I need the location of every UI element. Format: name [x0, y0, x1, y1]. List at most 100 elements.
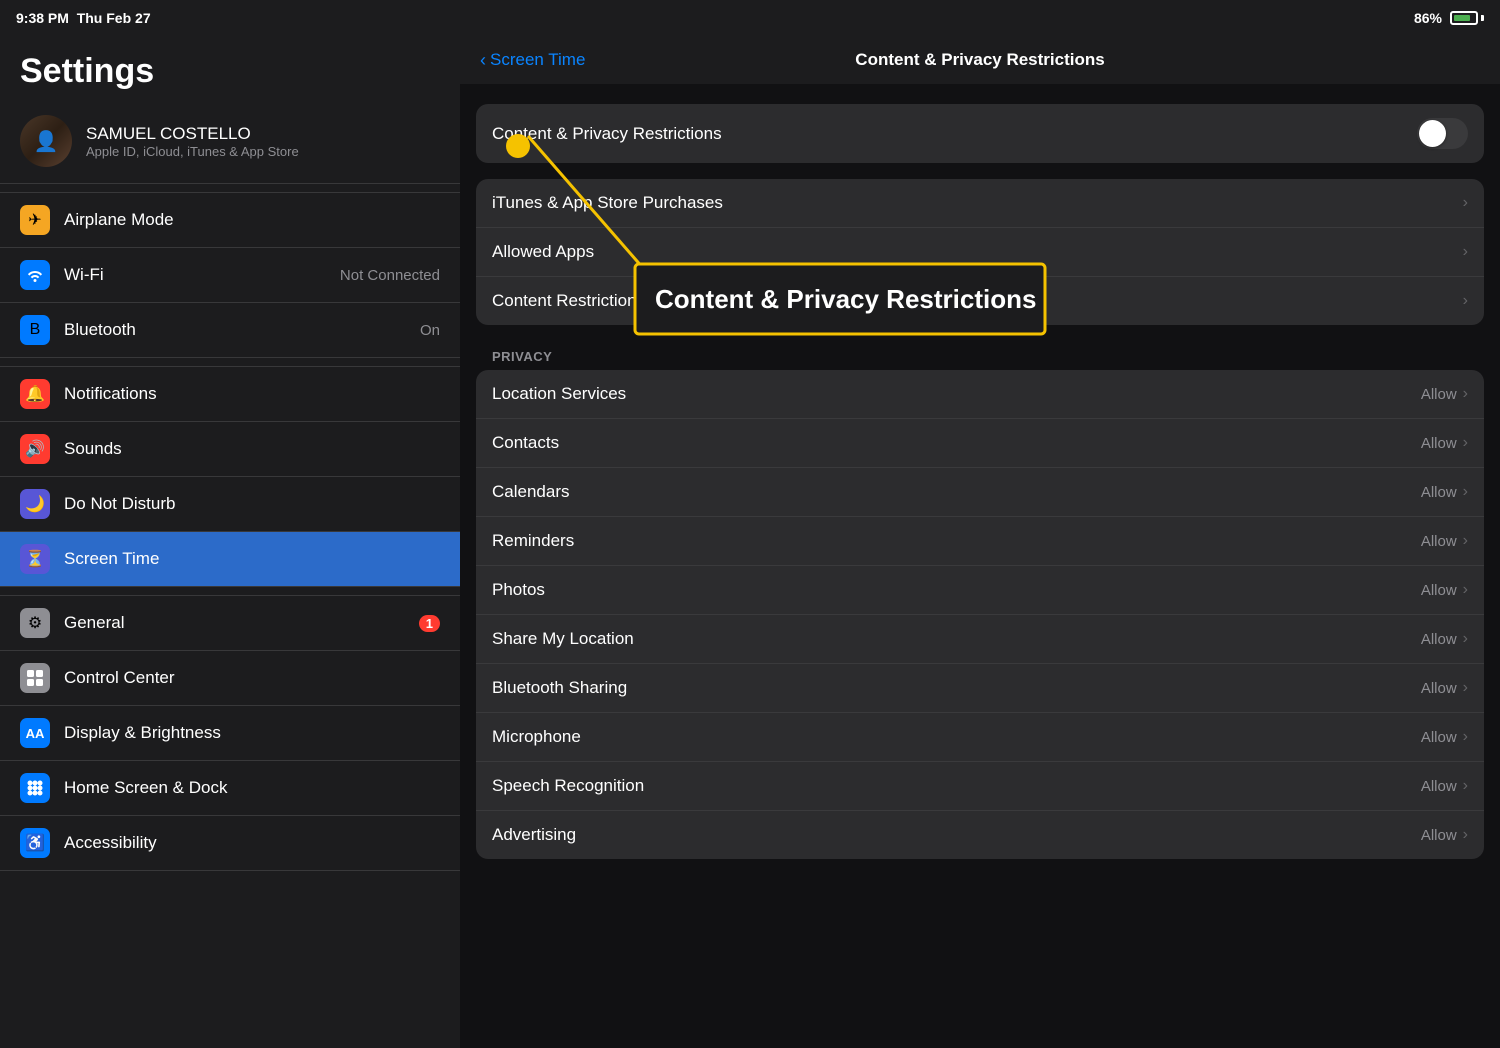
itunes-row[interactable]: iTunes & App Store Purchases ›: [476, 179, 1484, 228]
sidebar-item-wifi[interactable]: Wi-Fi Not Connected: [0, 248, 460, 303]
privacy-settings-group: Location Services Allow › Contacts Allow…: [476, 370, 1484, 859]
screen-time-icon: ⏳: [20, 544, 50, 574]
sounds-icon: 🔊: [20, 434, 50, 464]
status-bar: 9:38 PM Thu Feb 27 86%: [0, 0, 1500, 36]
sidebar-item-label: Control Center: [64, 668, 440, 688]
location-services-row[interactable]: Location Services Allow ›: [476, 370, 1484, 419]
share-my-location-value: Allow: [1421, 631, 1457, 648]
microphone-chevron-icon: ›: [1463, 728, 1468, 746]
advertising-value: Allow: [1421, 827, 1457, 844]
photos-chevron-icon: ›: [1463, 581, 1468, 599]
calendars-row[interactable]: Calendars Allow ›: [476, 468, 1484, 517]
back-chevron-icon: ‹: [480, 50, 486, 71]
sidebar-top-group: ✈ Airplane Mode Wi-Fi Not Connected B Bl…: [0, 192, 460, 358]
do-not-disturb-icon: 🌙: [20, 489, 50, 519]
speech-recognition-label: Speech Recognition: [492, 776, 1421, 796]
sidebar-item-screen-time[interactable]: ⏳ Screen Time: [0, 532, 460, 586]
sidebar-item-label: General: [64, 613, 405, 633]
user-name: SAMUEL COSTELLO: [86, 124, 299, 144]
nav-header: ‹ Screen Time Content & Privacy Restrict…: [460, 36, 1500, 84]
sidebar-item-label: Wi-Fi: [64, 265, 326, 285]
privacy-restrictions-toggle[interactable]: [1417, 118, 1468, 149]
location-services-label: Location Services: [492, 384, 1421, 404]
back-button[interactable]: ‹ Screen Time: [480, 50, 585, 71]
sidebar-item-label: Notifications: [64, 384, 440, 404]
sidebar-item-general[interactable]: ⚙ General 1: [0, 596, 460, 651]
privacy-section-header: PRIVACY: [476, 341, 1484, 370]
sidebar-item-airplane-mode[interactable]: ✈ Airplane Mode: [0, 193, 460, 248]
location-services-chevron-icon: ›: [1463, 385, 1468, 403]
sidebar-item-home-screen-dock[interactable]: Home Screen & Dock: [0, 761, 460, 816]
accessibility-icon: ♿: [20, 828, 50, 858]
allowed-apps-label: Allowed Apps: [492, 242, 1463, 262]
notifications-icon: 🔔: [20, 379, 50, 409]
content-restrictions-row[interactable]: Content Restrictions ›: [476, 277, 1484, 325]
sidebar-item-bluetooth[interactable]: B Bluetooth On: [0, 303, 460, 357]
status-bar-right: 86%: [1414, 10, 1484, 26]
advertising-row[interactable]: Advertising Allow ›: [476, 811, 1484, 859]
allowed-apps-row[interactable]: Allowed Apps ›: [476, 228, 1484, 277]
sidebar-item-sounds[interactable]: 🔊 Sounds: [0, 422, 460, 477]
content-restrictions-chevron-icon: ›: [1463, 292, 1468, 310]
itunes-label: iTunes & App Store Purchases: [492, 193, 1463, 213]
sidebar-item-control-center[interactable]: Control Center: [0, 651, 460, 706]
right-panel: ‹ Screen Time Content & Privacy Restrict…: [460, 36, 1500, 1048]
sidebar-item-notifications[interactable]: 🔔 Notifications: [0, 367, 460, 422]
sidebar-item-label: Screen Time: [64, 549, 440, 569]
calendars-value: Allow: [1421, 484, 1457, 501]
sidebar-item-display-brightness[interactable]: AA Display & Brightness: [0, 706, 460, 761]
sidebar-item-label: Accessibility: [64, 833, 440, 853]
top-settings-group: iTunes & App Store Purchases › Allowed A…: [476, 179, 1484, 325]
avatar: 👤: [20, 115, 72, 167]
user-subtitle: Apple ID, iCloud, iTunes & App Store: [86, 144, 299, 159]
general-icon: ⚙: [20, 608, 50, 638]
bluetooth-sharing-value: Allow: [1421, 680, 1457, 697]
status-time: 9:38 PM Thu Feb 27: [16, 10, 151, 26]
sidebar-item-accessibility[interactable]: ♿ Accessibility: [0, 816, 460, 870]
sidebar-item-label: Sounds: [64, 439, 440, 459]
content-restrictions-label: Content Restrictions: [492, 291, 1463, 311]
back-label: Screen Time: [490, 50, 585, 70]
speech-recognition-row[interactable]: Speech Recognition Allow ›: [476, 762, 1484, 811]
bluetooth-sharing-label: Bluetooth Sharing: [492, 678, 1421, 698]
microphone-row[interactable]: Microphone Allow ›: [476, 713, 1484, 762]
allowed-apps-chevron-icon: ›: [1463, 243, 1468, 261]
content-area: Content & Privacy Restrictions iTunes & …: [460, 84, 1500, 895]
general-badge: 1: [419, 615, 440, 632]
control-center-icon: [20, 663, 50, 693]
sidebar-item-label: Display & Brightness: [64, 723, 440, 743]
display-brightness-icon: AA: [20, 718, 50, 748]
reminders-value: Allow: [1421, 533, 1457, 550]
sidebar-item-label: Do Not Disturb: [64, 494, 440, 514]
sidebar-item-label: Home Screen & Dock: [64, 778, 440, 798]
nav-title: Content & Privacy Restrictions: [855, 50, 1104, 70]
speech-recognition-value: Allow: [1421, 778, 1457, 795]
user-profile[interactable]: 👤 SAMUEL COSTELLO Apple ID, iCloud, iTun…: [0, 103, 460, 184]
microphone-label: Microphone: [492, 727, 1421, 747]
share-my-location-label: Share My Location: [492, 629, 1421, 649]
sidebar-item-do-not-disturb[interactable]: 🌙 Do Not Disturb: [0, 477, 460, 532]
wifi-value: Not Connected: [340, 267, 440, 284]
contacts-row[interactable]: Contacts Allow ›: [476, 419, 1484, 468]
contacts-label: Contacts: [492, 433, 1421, 453]
toggle-label: Content & Privacy Restrictions: [492, 124, 722, 144]
contacts-value: Allow: [1421, 435, 1457, 452]
reminders-label: Reminders: [492, 531, 1421, 551]
photos-row[interactable]: Photos Allow ›: [476, 566, 1484, 615]
advertising-label: Advertising: [492, 825, 1421, 845]
share-my-location-row[interactable]: Share My Location Allow ›: [476, 615, 1484, 664]
advertising-chevron-icon: ›: [1463, 826, 1468, 844]
share-my-location-chevron-icon: ›: [1463, 630, 1468, 648]
itunes-chevron-icon: ›: [1463, 194, 1468, 212]
microphone-value: Allow: [1421, 729, 1457, 746]
sidebar-middle-group: 🔔 Notifications 🔊 Sounds 🌙 Do Not Distur…: [0, 366, 460, 587]
sidebar-item-label: Bluetooth: [64, 320, 406, 340]
reminders-chevron-icon: ›: [1463, 532, 1468, 550]
privacy-restrictions-toggle-row: Content & Privacy Restrictions: [476, 104, 1484, 163]
calendars-chevron-icon: ›: [1463, 483, 1468, 501]
battery-percent: 86%: [1414, 10, 1442, 26]
bluetooth-sharing-row[interactable]: Bluetooth Sharing Allow ›: [476, 664, 1484, 713]
user-info: SAMUEL COSTELLO Apple ID, iCloud, iTunes…: [86, 124, 299, 159]
reminders-row[interactable]: Reminders Allow ›: [476, 517, 1484, 566]
photos-value: Allow: [1421, 582, 1457, 599]
